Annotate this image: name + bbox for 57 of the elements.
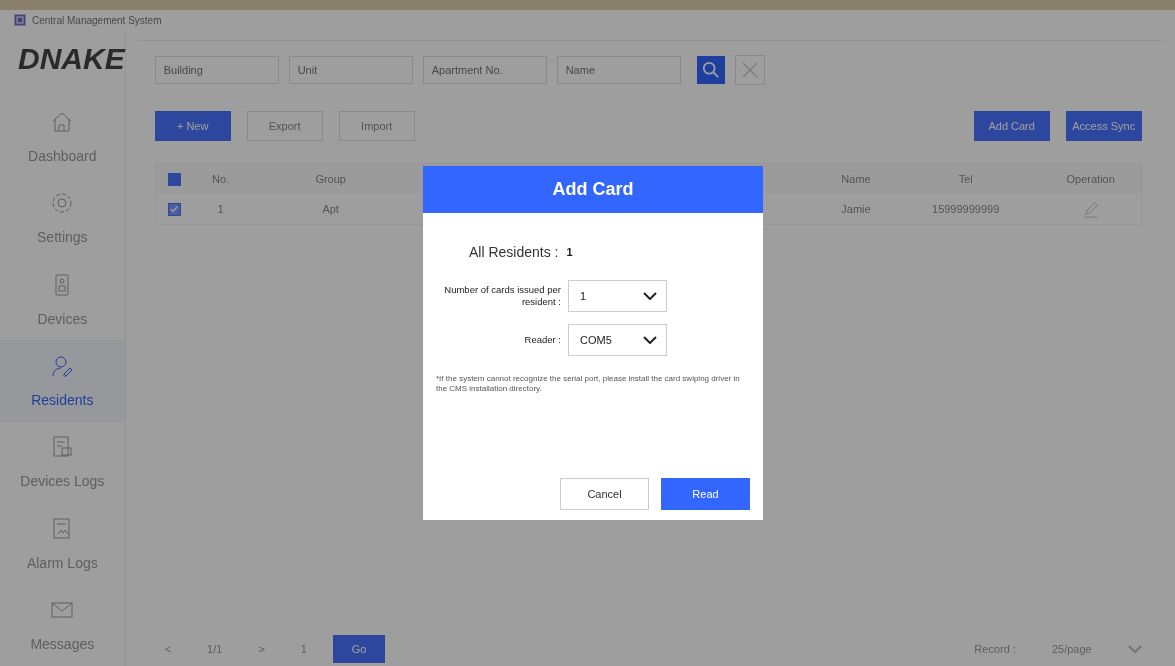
table-cell-text: 1 xyxy=(216,203,225,215)
page-number-field[interactable]: 1 xyxy=(290,643,317,655)
log-icon xyxy=(50,435,75,460)
dialog-title: Add Card xyxy=(423,166,763,213)
close-icon xyxy=(739,60,760,80)
column-header: Group xyxy=(314,173,347,185)
chevron-down-icon xyxy=(643,292,657,300)
logo: DNAKE xyxy=(17,41,125,77)
summary-value: 1 xyxy=(566,246,573,258)
window-title: Central Management System xyxy=(32,14,162,26)
settings-icon xyxy=(50,191,75,216)
toolbar-button[interactable]: Add Card xyxy=(973,111,1050,141)
sidebar-item[interactable]: Devices xyxy=(0,258,125,341)
dropdown-select[interactable]: COM5 xyxy=(568,324,667,356)
sidebar-item[interactable]: Alarm Logs xyxy=(0,503,125,585)
field-label: Reader : xyxy=(523,334,561,346)
previous-page-button[interactable]: < xyxy=(154,643,182,655)
search-field[interactable]: Name xyxy=(556,56,681,84)
search-field[interactable]: Unit xyxy=(288,56,413,84)
toolbar-button[interactable]: Import xyxy=(338,111,415,141)
sidebar-item[interactable]: Messages xyxy=(0,584,125,666)
note-text: *If the system cannot recognize the serial port, please install the card swiping driver in the CMS installation directory. xyxy=(436,374,741,394)
table-cell-text: Apt xyxy=(321,203,340,215)
chevron-down-icon xyxy=(643,336,657,344)
column-header: No. xyxy=(211,173,231,185)
page-count: 1/1 xyxy=(206,643,224,655)
search-icon xyxy=(701,61,720,79)
person-icon xyxy=(50,353,75,378)
sidebar-item[interactable]: Residents xyxy=(0,340,125,422)
toolbar-button[interactable]: Export xyxy=(246,111,323,141)
toolbar-button[interactable]: Access Sync xyxy=(1065,111,1142,141)
search-field[interactable]: Apartment No. xyxy=(422,56,547,84)
field-label: Number of cards issued per resident : xyxy=(443,284,561,308)
select-all-checkbox[interactable] xyxy=(167,172,181,186)
summary-label: All Residents : xyxy=(469,244,559,260)
column-header: Operation xyxy=(1065,173,1116,185)
search-button[interactable] xyxy=(696,56,725,84)
next-page-button[interactable]: > xyxy=(248,643,275,655)
sidebar-item[interactable]: Dashboard xyxy=(0,96,125,178)
column-header: Name xyxy=(840,173,872,185)
dialog-button[interactable]: Cancel xyxy=(560,478,649,510)
app-icon xyxy=(14,14,26,26)
go-button[interactable]: Go xyxy=(332,635,385,663)
dropdown-select[interactable]: 1 xyxy=(568,280,667,312)
sidebar-item[interactable]: Settings xyxy=(0,177,125,259)
search-field[interactable]: Building xyxy=(154,56,279,84)
sidebar-item[interactable]: Devices Logs xyxy=(0,421,125,504)
column-header: Tel xyxy=(957,173,974,185)
check-icon xyxy=(169,204,180,214)
record-label: Record : xyxy=(973,643,1017,655)
toolbar-button[interactable]: + New xyxy=(154,111,231,141)
dialog-button[interactable]: Read xyxy=(661,478,750,510)
page-size-select[interactable]: 25/page xyxy=(1041,643,1102,655)
chevron-down-icon[interactable] xyxy=(1127,645,1142,653)
row-checkbox[interactable] xyxy=(167,202,181,216)
table-cell-text: Jamie xyxy=(840,203,872,215)
table-cell-text: 15999999999 xyxy=(931,203,1001,215)
